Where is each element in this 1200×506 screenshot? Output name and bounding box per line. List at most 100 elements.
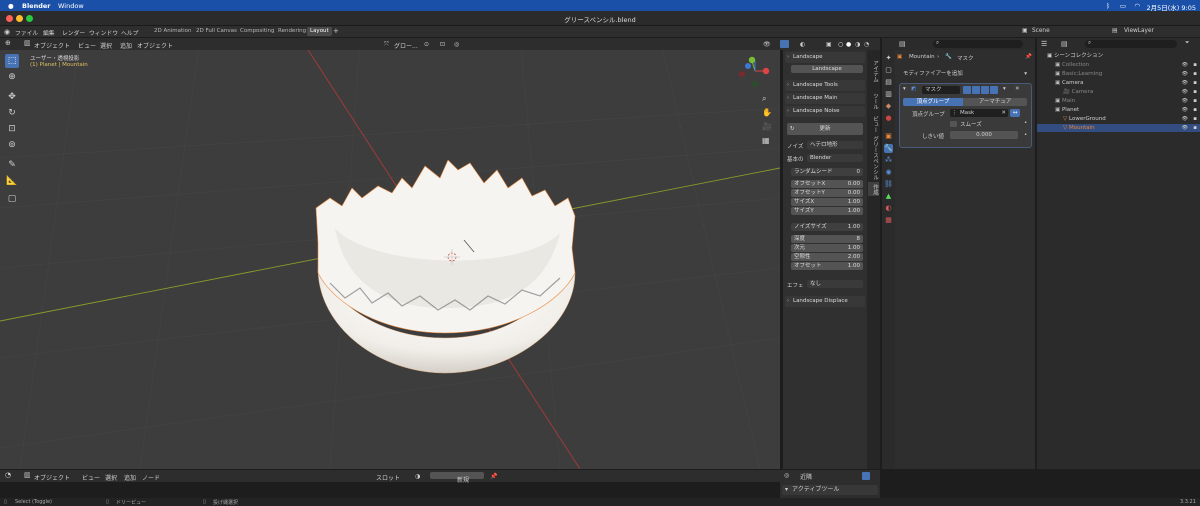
outliner-row[interactable]: ▣ Camera 👁 ▪: [1037, 79, 1200, 87]
material-browse-icon[interactable]: ◑: [415, 473, 420, 480]
bottom-menu-view[interactable]: ビュー: [82, 473, 100, 482]
outliner-row[interactable]: ▣ Planet 👁 ▪: [1037, 106, 1200, 114]
modifier-menu-chevron-icon[interactable]: ▾: [1003, 86, 1006, 92]
mac-window-menu[interactable]: Window: [58, 2, 84, 10]
particles-props-icon[interactable]: ⁂: [884, 156, 893, 165]
cursor-tool-icon[interactable]: ⊕: [5, 70, 19, 84]
tab-2d-full-canvas[interactable]: 2D Full Canvas: [193, 27, 240, 36]
render-toggle-icon[interactable]: ▪: [1193, 79, 1197, 87]
breadcrumb-object[interactable]: Mountain: [909, 54, 935, 60]
smooth-checkbox[interactable]: [950, 121, 957, 127]
pin-icon[interactable]: 📌: [1025, 54, 1032, 60]
outliner-search-input[interactable]: ⌕: [1085, 40, 1177, 48]
move-tool-icon[interactable]: ✥: [5, 90, 19, 104]
rotate-tool-icon[interactable]: ↻: [5, 106, 19, 120]
gizmo-toggle-icon[interactable]: [780, 40, 789, 48]
landscape-header[interactable]: Landscape: [785, 52, 865, 63]
properties-search-input[interactable]: ⌕: [933, 40, 1023, 48]
proportional-icon[interactable]: ◎: [454, 41, 459, 48]
landscape-tools-header[interactable]: Landscape Tools: [785, 80, 865, 91]
texture-props-icon[interactable]: ▦: [884, 216, 893, 225]
vgroup-field[interactable]: ⋮ Mask ✕: [950, 109, 1008, 117]
xray-icon[interactable]: ▣: [826, 41, 832, 48]
data-props-icon[interactable]: ▲: [884, 192, 893, 201]
snap-node-icon[interactable]: ◎: [784, 472, 789, 479]
mac-app-menu[interactable]: Blender: [22, 2, 51, 10]
wifi-icon[interactable]: ◠: [1134, 2, 1140, 10]
slot-dropdown[interactable]: スロット: [376, 473, 400, 482]
transform-tool-icon[interactable]: ⊚: [5, 138, 19, 152]
modifier-props-icon[interactable]: 🔧: [884, 144, 893, 153]
object-mode-icon[interactable]: ▥: [24, 471, 31, 479]
display-mode-icon[interactable]: ▤: [1061, 40, 1068, 48]
render-toggle-icon[interactable]: ▪: [1193, 88, 1197, 96]
edit-mode-toggle-icon[interactable]: [963, 86, 971, 94]
tab-2d-animation[interactable]: 2D Animation: [151, 27, 195, 36]
number-field[interactable]: オフセットX 0.00: [791, 180, 863, 188]
new-material-button[interactable]: 新規: [430, 472, 484, 484]
number-field[interactable]: オフセットY 0.00: [791, 189, 863, 197]
tab-create[interactable]: 作成: [868, 182, 879, 196]
outliner-editor-icon[interactable]: ☰: [1041, 40, 1047, 48]
visibility-icon[interactable]: 👁: [763, 41, 771, 48]
shading-solid-icon[interactable]: ●: [846, 41, 851, 48]
object-mode-icon[interactable]: ▥: [24, 39, 31, 47]
filter-icon[interactable]: ⏷: [1185, 40, 1189, 47]
mode-dropdown[interactable]: オブジェクト: [34, 41, 70, 50]
breadcrumb-modifier[interactable]: マスク: [957, 54, 974, 62]
ortho-grid-icon[interactable]: ▦: [762, 136, 770, 145]
zoom-icon[interactable]: ⌕: [762, 94, 766, 104]
orientation-dropdown[interactable]: グロー...: [394, 41, 418, 50]
overlay-icon[interactable]: ◐: [800, 41, 805, 48]
number-field[interactable]: サイズX 1.00: [791, 198, 863, 206]
invert-vgroup-icon[interactable]: ↔: [1010, 109, 1020, 117]
visibility-eye-icon[interactable]: 👁: [1182, 88, 1188, 96]
render-toggle-icon[interactable]: ▪: [1193, 97, 1197, 105]
update-button[interactable]: ↻ 更新: [787, 123, 863, 135]
noise-type-dropdown[interactable]: ヘテロ地形: [807, 141, 863, 149]
apple-icon[interactable]: ●: [8, 2, 14, 10]
noise-size-field[interactable]: ノイズサイズ 1.00: [791, 223, 863, 231]
3d-viewport[interactable]: ユーザー・透視投影 (1) Planet | Mountain ⌕ ✋ 🎥 ▦: [0, 38, 780, 469]
tab-vertex-group[interactable]: 頂点グループ: [903, 98, 963, 106]
viewport-toggle-icon[interactable]: [972, 86, 980, 94]
landscape-main-header[interactable]: Landscape Main: [785, 93, 865, 104]
modifier-name-field[interactable]: マスク: [922, 86, 960, 94]
view-layer-icon[interactable]: ▥: [884, 90, 893, 99]
bottom-menu-node[interactable]: ノード: [142, 473, 160, 482]
navigation-gizmo[interactable]: [739, 56, 770, 87]
world-props-icon[interactable]: ●: [884, 114, 893, 123]
tab-tool[interactable]: ツール: [868, 90, 879, 112]
visibility-eye-icon[interactable]: 👁: [1182, 124, 1188, 132]
effect-dropdown[interactable]: なし: [807, 280, 863, 288]
menu-window[interactable]: ウィンドウ: [89, 28, 118, 37]
render-toggle-icon[interactable]: [981, 86, 989, 94]
blender-logo-icon[interactable]: ◉: [4, 28, 10, 36]
landscape-add-button[interactable]: Landscape: [791, 65, 863, 73]
visibility-eye-icon[interactable]: 👁: [1182, 79, 1188, 87]
visibility-eye-icon[interactable]: 👁: [1182, 115, 1188, 123]
camera-toggle-icon[interactable]: [990, 86, 998, 94]
outliner-row[interactable]: ▽ LowerGround 👁 ▪: [1037, 115, 1200, 123]
outliner-row[interactable]: ▣ Main 👁 ▪: [1037, 97, 1200, 105]
orientation-icon[interactable]: ⤧: [384, 41, 389, 49]
landscape-displace-header[interactable]: Landscape Displace: [785, 296, 865, 307]
tab-rendering[interactable]: Rendering: [275, 27, 309, 36]
menu-select[interactable]: 選択: [100, 41, 112, 50]
add-modifier-dropdown[interactable]: モディファイアーを追加 ▾: [899, 69, 1029, 79]
bottom-menu-select[interactable]: 選択: [105, 473, 117, 482]
scene-name[interactable]: Scene: [1032, 28, 1050, 34]
properties-editor-icon[interactable]: ▤: [899, 40, 906, 48]
number-field[interactable]: オフセット 1.00: [791, 262, 863, 270]
menu-file[interactable]: ファイル: [15, 28, 38, 37]
basis-dropdown[interactable]: Blender: [807, 154, 863, 162]
render-toggle-icon[interactable]: ▪: [1193, 61, 1197, 69]
measure-tool-icon[interactable]: 📐: [5, 174, 19, 188]
scene-collection-row[interactable]: ▣ シーンコレクション: [1037, 52, 1200, 60]
constraints-props-icon[interactable]: ⛓: [884, 180, 893, 189]
annotate-tool-icon[interactable]: ✎: [5, 158, 19, 172]
output-props-icon[interactable]: ▤: [884, 78, 893, 87]
number-field[interactable]: 深度 8: [791, 235, 863, 243]
pan-hand-icon[interactable]: ✋: [762, 108, 772, 117]
menu-render[interactable]: レンダー: [62, 28, 85, 37]
